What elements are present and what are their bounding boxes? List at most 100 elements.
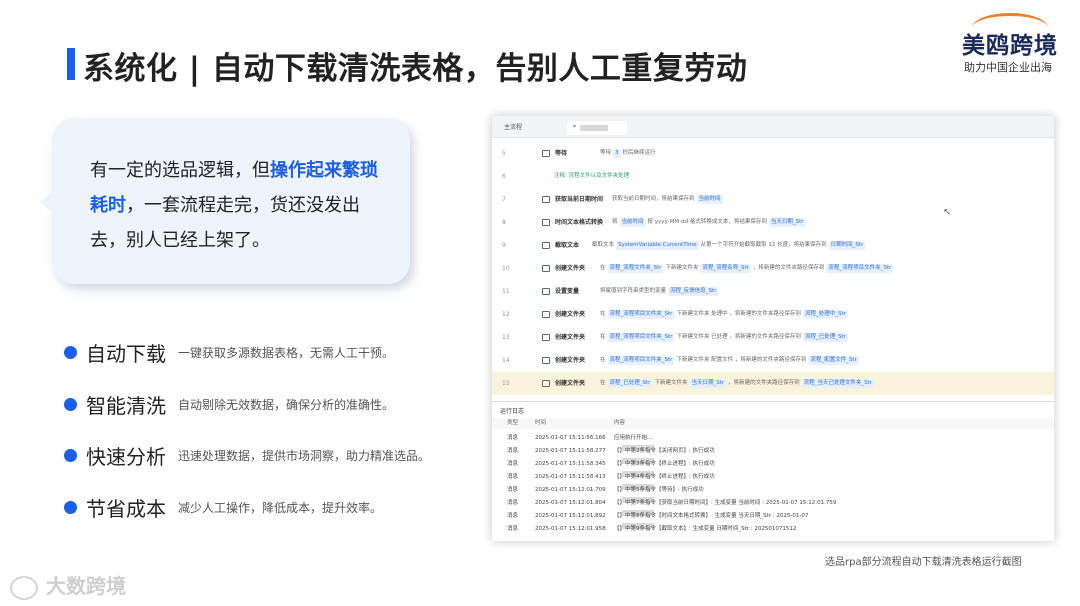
step-variable: 当前时间 xyxy=(619,218,646,227)
flow-step-row[interactable]: 6 注释: 流程文件以及文件夹处理 xyxy=(492,165,1054,188)
callout-text: 有一定的选品逻辑，但操作起来繁琐耗时，一套流程走完，货还没发出去，别人已经上架了… xyxy=(90,153,380,258)
log-col-time: 时间 xyxy=(535,420,547,426)
log-type: 消息 xyxy=(507,500,519,506)
log-type: 消息 xyxy=(507,435,519,441)
log-row[interactable]: 消息 2025-01-07 15:11:58.345 【】中第3条指令【终止进程… xyxy=(492,458,1054,471)
step-command: 创建文件夹 xyxy=(555,357,586,364)
tab-main-flow[interactable]: 主流程 xyxy=(504,121,522,135)
step-variable: 当天日期_Str xyxy=(689,379,727,388)
log-content: 应用执行开始... xyxy=(614,435,653,441)
log-time: 2025-01-07 15:12:01.709 xyxy=(535,487,606,493)
log-time: 2025-01-07 15:11:58.277 xyxy=(535,448,606,454)
callout-bubble: 有一定的选品逻辑，但操作起来繁琐耗时，一套流程走完，货还没发出去，别人已经上架了… xyxy=(40,118,410,284)
step-number: 10 xyxy=(502,265,510,272)
step-variable: 当天日期_Str xyxy=(768,218,806,227)
flow-step-row[interactable]: 13 创建文件夹 在流程_流程项目文件夹_Str 下新建文件夹 已处理 ，将新建的… xyxy=(492,326,1054,349)
step-args: 等待 3 秒后继续运行 xyxy=(600,142,656,165)
log-row[interactable]: 消息 2025-01-07 15:12:01.709 【】中第5条指令【等待】:… xyxy=(492,484,1054,497)
step-variable: 流程_流程项目文件夹_Str xyxy=(607,333,675,342)
step-variable: 流程_流程项目文件夹_Str xyxy=(607,310,675,319)
watermark: 大数跨境 xyxy=(10,570,126,600)
step-command: 获取当前日期时间 xyxy=(555,196,604,203)
flow-step-row[interactable]: 11 设置变量 将赋值到字符串类型的变量 流程_反馈信息_Str xyxy=(492,280,1054,303)
step-variable: 流程_流程名称_Str xyxy=(700,264,751,273)
folder-icon xyxy=(542,380,550,387)
step-text: 按 yyyy-MM-dd 格式转换成文本，将结果保存到 xyxy=(647,219,767,225)
log-row[interactable]: 消息 2025-01-07 15:11:56.166 应用执行开始... xyxy=(492,432,1054,445)
step-text: 下新建文件夹 配置文件 ，将新建的文件夹路径保存到 xyxy=(676,357,807,363)
flow-step-row-selected[interactable]: 15 创建文件夹 在流程_已处理_Str 下新建文件夹 当天日期_Str ，将新建的文… xyxy=(492,372,1054,395)
redacted-block xyxy=(580,124,608,131)
flow-step-row[interactable]: 14 创建文件夹 在流程_流程项目文件夹_Str 下新建文件夹 配置文件 ，将新建… xyxy=(492,349,1054,372)
step-text: 在 xyxy=(600,357,606,363)
log-row[interactable]: 消息 2025-01-07 15:12:01.892 【】中第8条指令【时间文本… xyxy=(492,510,1054,523)
step-variable: 流程_已处理_Str xyxy=(607,379,653,388)
log-content-text: 】中第8条指令【时间文本格式转换】: 生成变量 当天日期_Str : 2025-… xyxy=(619,513,809,519)
step-text: 在 xyxy=(600,334,606,340)
log-time: 2025-01-07 15:12:01.804 xyxy=(535,500,606,506)
editor-tab-bar: 主流程 * xyxy=(492,116,1054,138)
log-row[interactable]: 消息 2025-01-07 15:11:58.277 【】中第2条指令【关闭网页… xyxy=(492,445,1054,458)
step-args: 在流程_流程项目文件夹_Str 下新建文件夹 处理中 ，将新建的文件夹路径保存到流… xyxy=(600,303,850,326)
step-command: 等待 xyxy=(555,150,568,157)
log-time: 2025-01-07 15:12:01.892 xyxy=(535,513,606,519)
step-number: 9 xyxy=(502,242,506,249)
log-content: 【】中第3条指令【终止进程】: 执行成功 xyxy=(614,458,715,471)
step-command: 时间文本格式转换 xyxy=(555,219,604,226)
run-log-panel: 运行日志 类型 时间 内容 消息 2025-01-07 15:11:56.166… xyxy=(492,401,1054,541)
feature-desc: 一键获取多源数据表格，无需人工干预。 xyxy=(178,346,395,360)
log-time: 2025-01-07 15:11:58.345 xyxy=(535,461,606,467)
log-content-text: 】中第2条指令【关闭网页】: 执行成功 xyxy=(619,448,715,454)
step-variable: 流程_流程项目文件夹_Str xyxy=(826,264,894,273)
screenshot-caption: 选品rpa部分流程自动下载清洗表格运行截图 xyxy=(825,557,1022,568)
log-content-text: 】中第9条指令【截取文本】: 生成变量 日期时间_Str : 202501071… xyxy=(619,526,797,532)
tab-current-flow[interactable]: * xyxy=(567,121,627,135)
tab-current-label: * xyxy=(573,124,576,131)
step-args: 将赋值到字符串类型的变量 流程_反馈信息_Str xyxy=(600,280,720,303)
log-row[interactable]: 消息 2025-01-07 15:11:58.413 【】中第4条指令【终止进程… xyxy=(492,471,1054,484)
flow-step-row[interactable]: 7 获取当前日期时间 获取当前日期时间，将结果保存到 当前时间 xyxy=(492,188,1054,211)
watermark-logo-icon xyxy=(10,575,38,600)
step-command: 创建文件夹 xyxy=(555,311,586,318)
step-variable: 3 xyxy=(613,149,621,158)
log-time: 2025-01-07 15:12:01.958 xyxy=(535,526,606,532)
bullet-dot-icon xyxy=(64,346,77,359)
variable-icon xyxy=(542,288,550,295)
log-type: 消息 xyxy=(507,526,519,532)
step-number: 13 xyxy=(502,334,510,341)
step-args: 将当前时间按 yyyy-MM-dd 格式转换成文本，将结果保存到 当天日期_Str xyxy=(612,211,808,234)
log-time: 2025-01-07 15:11:56.166 xyxy=(535,435,606,441)
flow-step-row[interactable]: 12 创建文件夹 在流程_流程项目文件夹_Str 下新建文件夹 处理中 ，将新建的… xyxy=(492,303,1054,326)
log-content: 【】中第7条指令【获取当前日期时间】: 生成变量 当前时间 : 2025-01-… xyxy=(614,497,836,510)
log-row[interactable]: 消息 2025-01-07 15:12:01.958 【】中第9条指令【截取文本… xyxy=(492,523,1054,536)
folder-icon xyxy=(542,311,550,318)
step-command: 设置变量 xyxy=(555,288,580,295)
step-text: 等待 xyxy=(600,150,612,156)
log-row[interactable]: 消息 2025-01-07 15:12:01.804 【】中第7条指令【获取当前… xyxy=(492,497,1054,510)
step-args: 获取当前日期时间，将结果保存到 当前时间 xyxy=(612,188,725,211)
step-number: 11 xyxy=(502,288,510,295)
step-text: 下新建文件夹 xyxy=(665,265,699,271)
step-number: 15 xyxy=(502,380,510,387)
flow-step-row[interactable]: 5 等待 等待 3 秒后继续运行 xyxy=(492,142,1054,165)
flow-step-row[interactable]: 8 时间文本格式转换 将当前时间按 yyyy-MM-dd 格式转换成文本，将结果… xyxy=(492,211,1054,234)
feature-name: 快速分析 xyxy=(86,445,166,469)
callout-text-after: ，一套流程走完，货还没发出去，别人已经上架了。 xyxy=(90,195,360,251)
step-text: 截取文本 xyxy=(592,242,615,248)
step-variable: 流程_处理中_Str xyxy=(802,310,848,319)
flow-step-row[interactable]: 9 截取文本 截取文本 SystemVariable.CurrentTime 从第一… xyxy=(492,234,1054,257)
folder-icon xyxy=(542,357,550,364)
rpa-screenshot: 主流程 * ↖ 5 等待 等待 3 秒后继续运行 6 注释: 流程文件以及文件夹处理… xyxy=(492,116,1054,541)
flow-step-row[interactable]: 10 创建文件夹 在流程_流程文件夹_Str 下新建文件夹 流程_流程名称_Str，… xyxy=(492,257,1054,280)
log-content: 【】中第8条指令【时间文本格式转换】: 生成变量 当天日期_Str : 2025… xyxy=(614,510,808,523)
step-variable: 日期时间_Str xyxy=(828,241,866,250)
run-log-header: 类型 时间 内容 xyxy=(492,418,1054,429)
title-accent-bar xyxy=(67,48,75,80)
step-variable: 当前时间 xyxy=(696,195,723,204)
feature-name: 智能清洗 xyxy=(86,394,166,418)
calendar-icon xyxy=(542,219,550,226)
log-col-content: 内容 xyxy=(614,420,626,426)
bullet-dot-icon xyxy=(64,449,77,462)
step-command: 截取文本 xyxy=(555,242,580,249)
step-variable: 流程_配置文件_Str xyxy=(808,356,859,365)
